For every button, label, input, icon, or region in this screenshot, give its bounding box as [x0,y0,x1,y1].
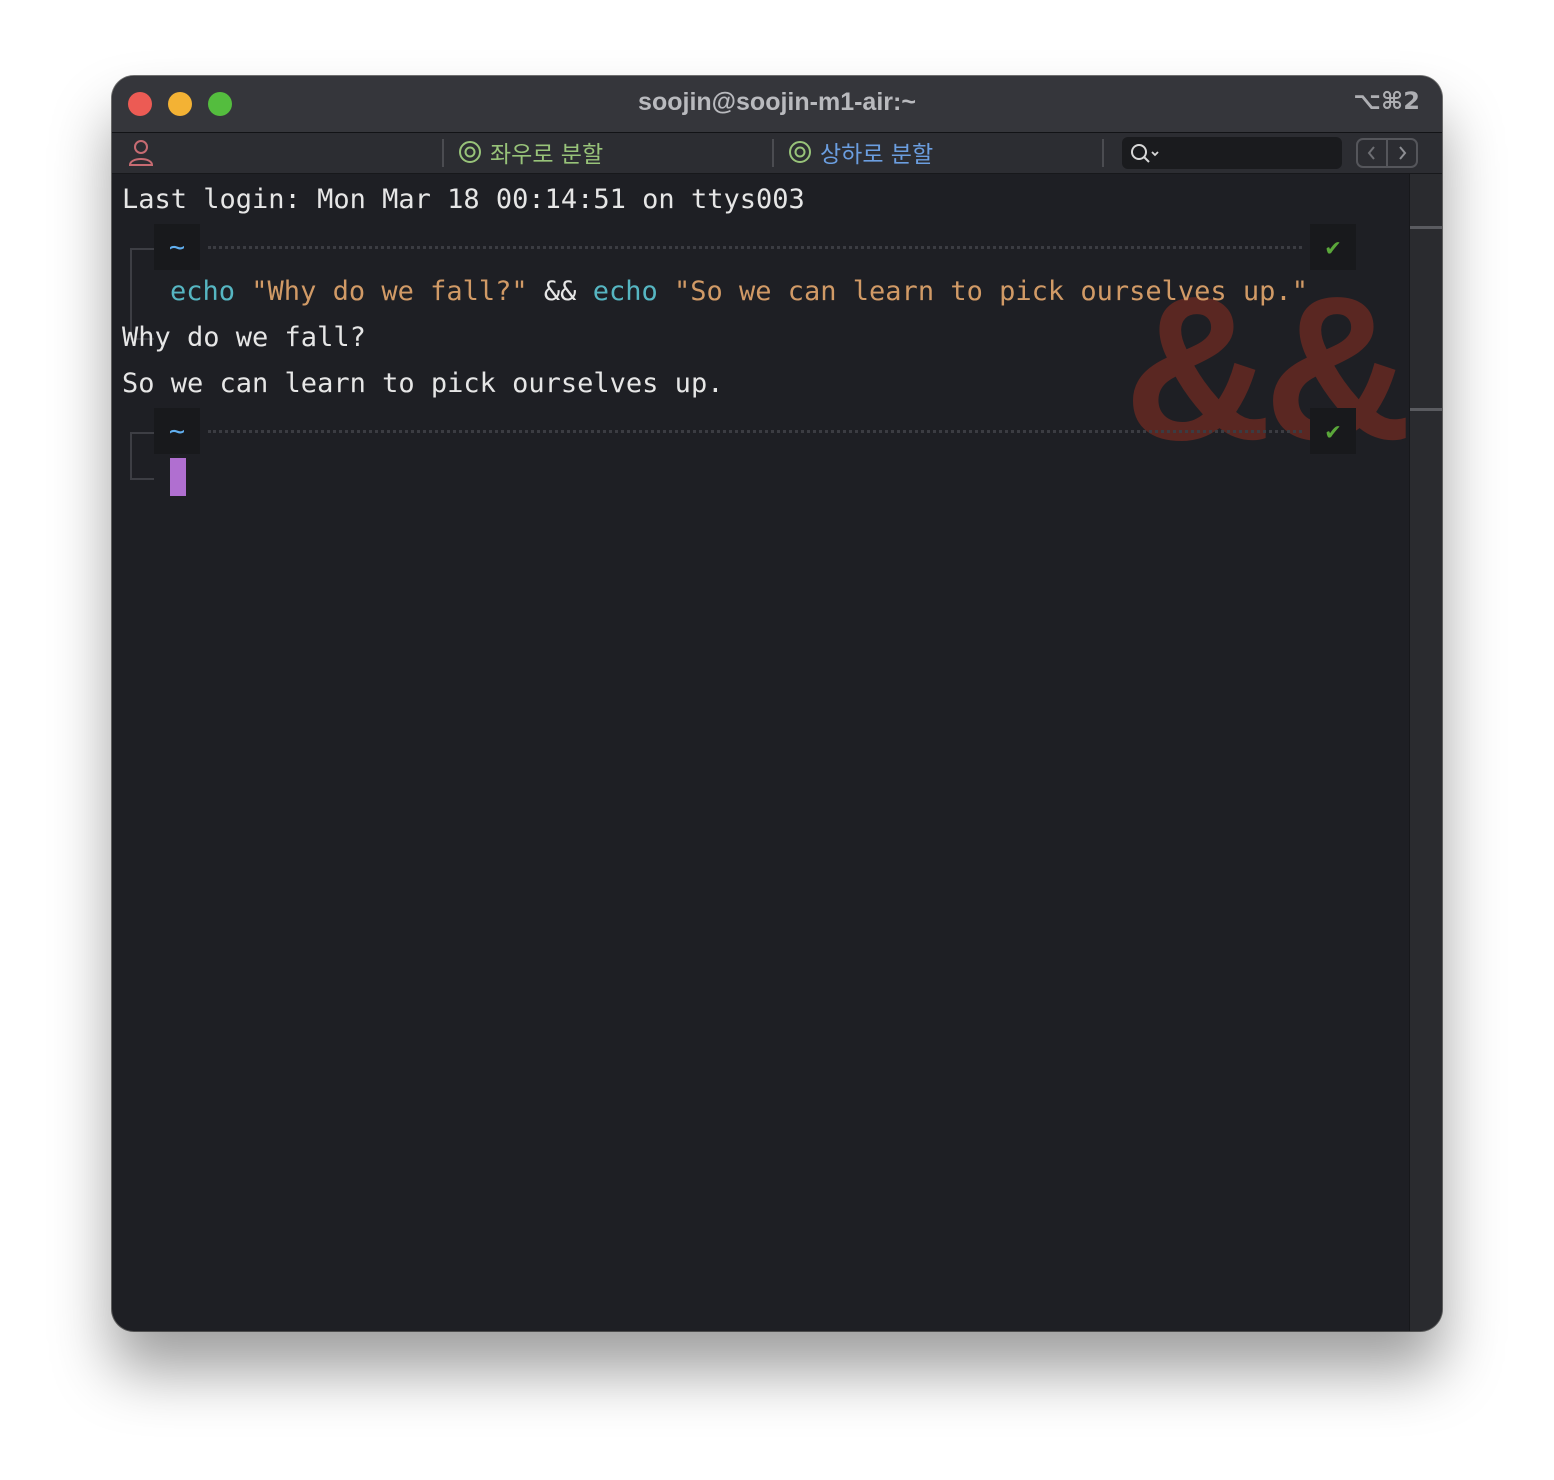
find-next-button[interactable] [1386,140,1416,166]
toolbar-divider [772,139,774,167]
target-icon [789,141,811,163]
toolbar-divider [442,139,444,167]
window-shortcut: ⌥⌘2 [1353,87,1420,115]
scroll-mark [1410,408,1442,411]
text-cursor [170,458,186,496]
title-bar[interactable]: soojin@soojin-m1-air:~ ⌥⌘2 [112,76,1442,133]
scroll-mark [1410,226,1442,229]
prompt-line: ~ ✔ [112,408,1356,454]
window-title: soojin@soojin-m1-air:~ [638,88,916,116]
prompt-filler [208,430,1302,433]
command-name: echo [592,276,658,307]
split-top-bottom-button[interactable]: 상하로 분할 [788,135,933,169]
command-line: echo "Why do we fall?" && echo "So we ca… [170,275,1308,309]
output-line: Why do we fall? [122,322,366,353]
split-top-bottom-label: 상하로 분할 [820,142,934,168]
search-input[interactable] [1122,137,1342,169]
prompt-directory: ~ [154,224,200,270]
split-left-right-button[interactable]: 좌우로 분할 [458,135,603,169]
toolbar-divider [1102,139,1104,167]
output-line: So we can learn to pick ourselves up. [122,368,724,399]
scrollbar[interactable] [1409,174,1442,1331]
prompt-filler [208,246,1302,249]
terminal-window: soojin@soojin-m1-air:~ ⌥⌘2 좌우로 분할 상하로 분할 [112,76,1442,1331]
find-navigation [1356,138,1418,168]
search-icon [1131,144,1159,163]
chevron-left-icon [1367,146,1375,160]
prompt-status-ok: ✔ [1310,224,1356,270]
toolbar: 좌우로 분할 상하로 분할 [112,133,1442,174]
prompt-status-ok: ✔ [1310,408,1356,454]
chevron-right-icon [1399,146,1407,160]
find-previous-button[interactable] [1358,140,1386,166]
command-argument: "So we can learn to pick ourselves up." [673,276,1308,307]
prompt-directory: ~ [154,408,200,454]
target-icon [459,141,481,163]
command-argument: "Why do we fall?" [251,276,528,307]
command-name: echo [170,276,236,307]
terminal-content[interactable]: Last login: Mon Mar 18 00:14:51 on ttys0… [112,174,1412,1331]
last-login-line: Last login: Mon Mar 18 00:14:51 on ttys0… [122,184,805,215]
prompt-line: ~ ✔ [112,224,1356,270]
person-icon[interactable] [128,139,154,167]
split-left-right-label: 좌우로 분할 [490,142,604,168]
command-operator: && [543,276,577,307]
